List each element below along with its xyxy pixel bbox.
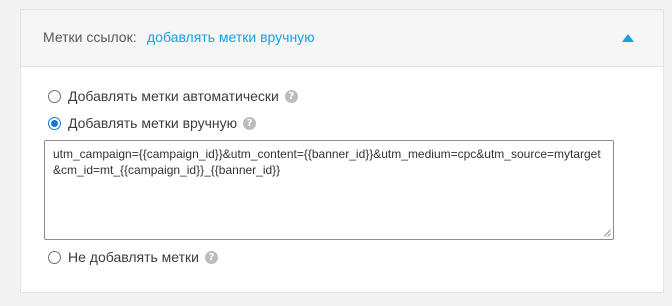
- option-no-tags[interactable]: Не добавлять метки ?: [48, 248, 218, 266]
- option-manual-tags-label[interactable]: Добавлять метки вручную: [68, 115, 237, 131]
- radio-manual-tags[interactable]: [48, 116, 61, 130]
- question-icon[interactable]: ?: [205, 250, 218, 264]
- radio-no-tags[interactable]: [48, 250, 61, 264]
- panel-header[interactable]: Метки ссылок: добавлять метки вручную: [21, 10, 663, 67]
- radio-auto-tags[interactable]: [48, 89, 61, 103]
- resize-grip-icon[interactable]: [603, 229, 611, 237]
- option-manual-tags[interactable]: Добавлять метки вручную ?: [48, 114, 257, 132]
- utm-template-textarea[interactable]: utm_campaign={{campaign_id}}&utm_content…: [44, 140, 614, 240]
- question-icon[interactable]: ?: [243, 116, 257, 130]
- option-no-tags-label[interactable]: Не добавлять метки: [68, 249, 199, 265]
- selected-mode-value: добавлять метки вручную: [147, 29, 315, 45]
- question-icon[interactable]: ?: [284, 89, 298, 103]
- option-auto-tags[interactable]: Добавлять метки автоматически ?: [48, 87, 298, 105]
- chevron-up-icon[interactable]: [621, 33, 635, 43]
- link-tags-panel: Метки ссылок: добавлять метки вручную До…: [20, 9, 664, 293]
- option-auto-tags-label[interactable]: Добавлять метки автоматически: [68, 88, 279, 104]
- panel-title: Метки ссылок:: [43, 29, 137, 45]
- utm-template-text[interactable]: utm_campaign={{campaign_id}}&utm_content…: [53, 147, 601, 177]
